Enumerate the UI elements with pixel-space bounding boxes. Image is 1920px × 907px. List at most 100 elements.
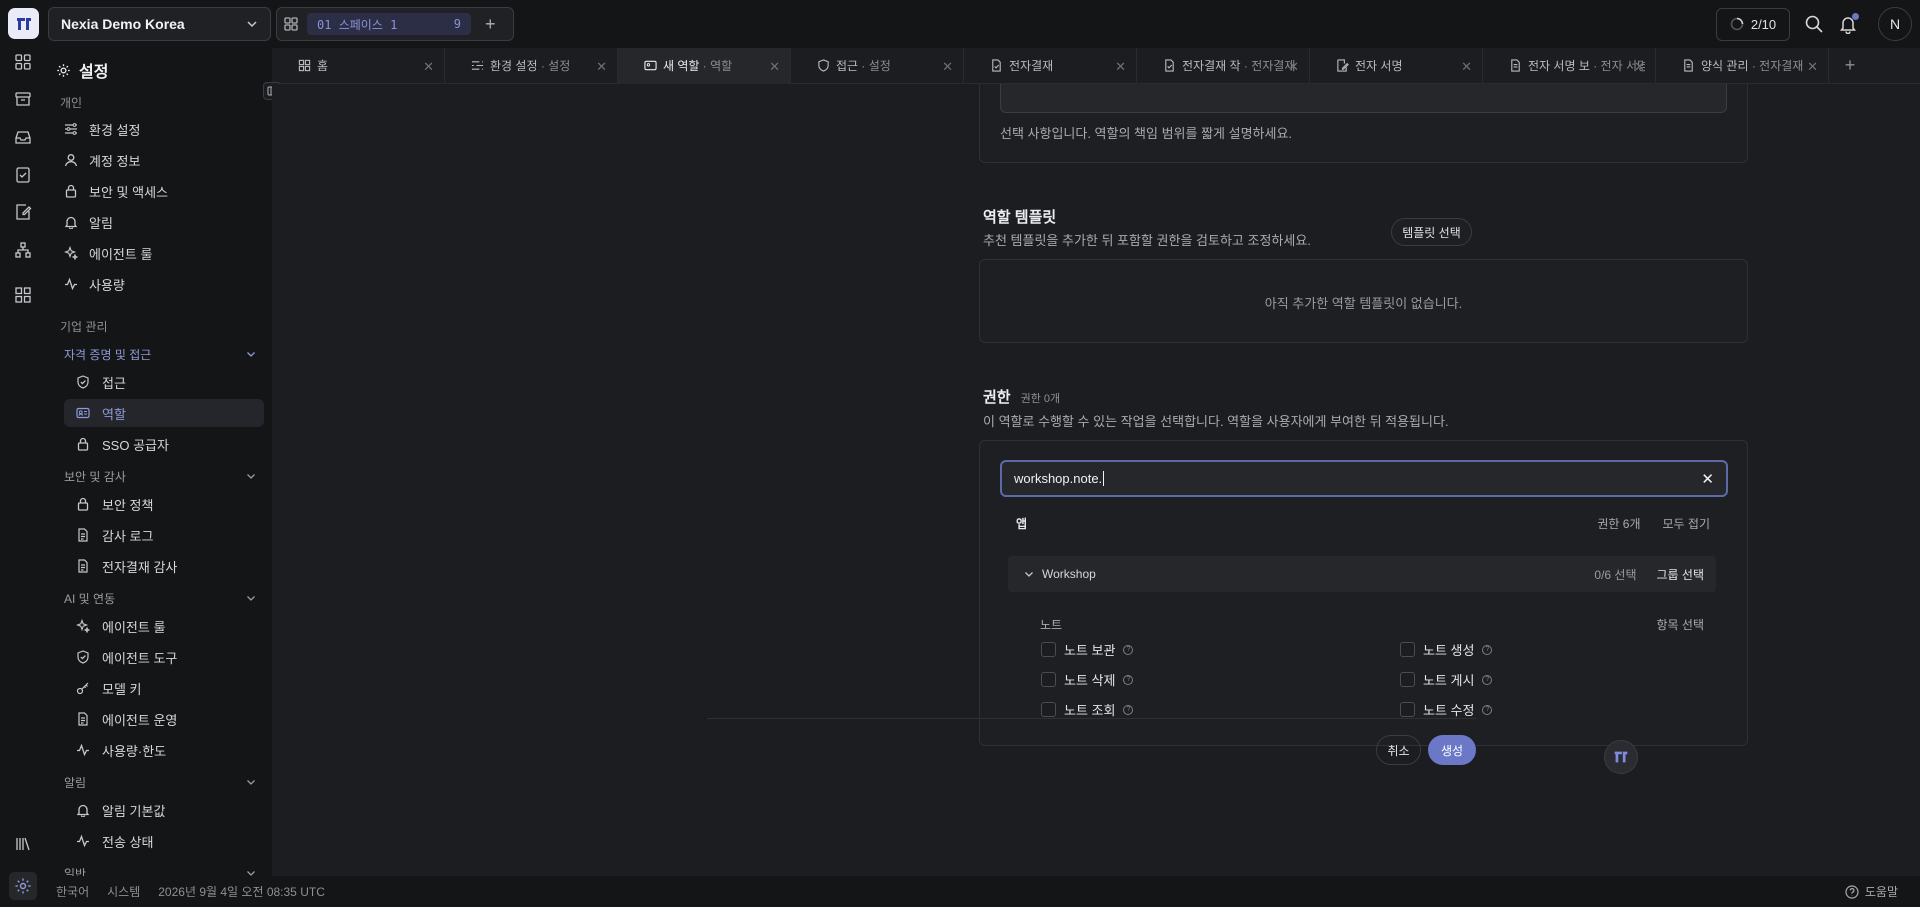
help-icon[interactable]: ? [1482, 704, 1493, 715]
perm-label: 노트 보관 [1064, 643, 1116, 658]
help-icon[interactable]: ? [1123, 674, 1134, 685]
close-icon[interactable]: ✕ [1461, 59, 1472, 75]
close-icon[interactable]: ✕ [1807, 59, 1818, 75]
sidebar-item-roles[interactable]: 역할 [64, 399, 264, 427]
notification-button[interactable] [1838, 13, 1859, 34]
space-chip[interactable]: 01 스페이스 1 9 [307, 13, 471, 35]
group-security-audit[interactable]: 보안 및 감사 [64, 464, 260, 488]
sidebar-item-notification-defaults[interactable]: 알림 기본값 [64, 796, 264, 824]
close-icon[interactable]: ✕ [1634, 59, 1645, 75]
close-icon[interactable]: ✕ [942, 59, 953, 75]
sidebar-item-agent-rules[interactable]: 에이전트 룰 [60, 239, 256, 267]
tab-sublabel: · 설정 [537, 59, 571, 73]
checkbox[interactable] [1041, 672, 1056, 687]
close-icon[interactable]: ✕ [769, 59, 780, 75]
help-icon[interactable]: ? [1123, 644, 1134, 655]
tab-home[interactable]: 홈 ✕ [272, 47, 445, 84]
search-icon[interactable] [1804, 14, 1824, 34]
tab-approval[interactable]: 전자결재 ✕ [964, 47, 1137, 84]
archive-icon[interactable] [12, 88, 34, 110]
select-template-button[interactable]: 템플릿 선택 [1391, 218, 1472, 246]
checkbox[interactable] [1400, 702, 1415, 717]
bell-icon [64, 216, 78, 229]
tab-new-role[interactable]: 새 역할 · 역할 ✕ [618, 47, 791, 84]
cancel-button[interactable]: 취소 [1376, 735, 1421, 765]
perm-note-create[interactable]: 노트 생성? [1400, 640, 1493, 659]
group-credentials[interactable]: 자격 증명 및 접근 [64, 342, 260, 366]
sidebar-item-agent-rules-admin[interactable]: 에이전트 룰 [64, 612, 264, 640]
close-icon[interactable]: ✕ [423, 59, 434, 75]
help-icon[interactable]: ? [1482, 644, 1493, 655]
perm-note-publish[interactable]: 노트 게시? [1400, 670, 1493, 689]
tab-form-management[interactable]: 양식 관리 · 전자결재 ✕ [1656, 47, 1829, 84]
workspace-switcher[interactable]: Nexia Demo Korea [48, 7, 271, 41]
checkbox[interactable] [1400, 672, 1415, 687]
group-general[interactable]: 일반 [64, 861, 260, 876]
close-icon[interactable]: ✕ [596, 59, 607, 75]
sidebar-item-preferences[interactable]: 환경 설정 [60, 115, 256, 143]
library-icon[interactable] [12, 833, 34, 855]
widgets-icon[interactable] [12, 284, 34, 306]
group-workshop[interactable]: Workshop 0/6 선택 그룹 선택 [1008, 556, 1716, 592]
clear-icon[interactable]: ✕ [1701, 470, 1714, 488]
section-select-button[interactable]: 항목 선택 [1657, 616, 1705, 633]
perm-note-archive[interactable]: 노트 보관? [1041, 640, 1134, 659]
sidebar-item-security[interactable]: 보안 및 액세스 [60, 177, 256, 205]
perm-label: 노트 게시 [1423, 673, 1475, 688]
checkbox[interactable] [1041, 642, 1056, 657]
sidebar-item-notifications[interactable]: 알림 [60, 208, 256, 236]
perm-note-view[interactable]: 노트 조회? [1041, 700, 1134, 719]
edit-document-icon[interactable] [12, 201, 34, 223]
space-name: 스페이스 1 [338, 17, 398, 32]
sidebar-item-usage-limits[interactable]: 사용량·한도 [64, 736, 264, 764]
assistant-fab[interactable] [1604, 740, 1638, 774]
sidebar-item-security-policy[interactable]: 보안 정책 [64, 490, 264, 518]
permission-search-input[interactable]: workshop.note. ✕ [1000, 460, 1728, 497]
close-icon[interactable]: ✕ [1115, 59, 1126, 75]
description-textarea[interactable] [1000, 84, 1727, 113]
task-progress[interactable]: 2/10 [1716, 7, 1790, 41]
sidebar-item-audit-log[interactable]: 감사 로그 [64, 521, 264, 549]
checkbox[interactable] [1041, 702, 1056, 717]
group-select-button[interactable]: 그룹 선택 [1657, 566, 1705, 583]
task-check-icon[interactable] [12, 164, 34, 186]
help-icon[interactable]: ? [1482, 674, 1493, 685]
notification-dot [1852, 13, 1859, 20]
tab-esign[interactable]: 전자 서명 ✕ [1310, 47, 1483, 84]
perm-note-edit[interactable]: 노트 수정? [1400, 700, 1493, 719]
perm-note-delete[interactable]: 노트 삭제? [1041, 670, 1134, 689]
org-chart-icon[interactable] [12, 239, 34, 261]
language-selector[interactable]: 한국어 [56, 883, 89, 900]
tab-approval-draft[interactable]: 전자결재 작 · 전자결재 ✕ [1137, 47, 1310, 84]
group-ai[interactable]: AI 및 연동 [64, 586, 260, 610]
theme-selector[interactable]: 시스템 [107, 883, 140, 900]
apps-icon[interactable] [12, 51, 34, 73]
sidebar-item-agent-tools[interactable]: 에이전트 도구 [64, 643, 264, 671]
settings-gear-icon[interactable] [9, 872, 37, 900]
sidebar-item-account[interactable]: 계정 정보 [60, 146, 256, 174]
user-avatar[interactable]: N [1878, 7, 1912, 41]
help-icon[interactable]: ? [1123, 704, 1134, 715]
create-button[interactable]: 생성 [1428, 735, 1476, 765]
new-tab-button[interactable]: + [1835, 55, 1865, 76]
help-button[interactable]: 도움말 [1845, 883, 1898, 900]
sidebar-item-approval-audit[interactable]: 전자결재 감사 [64, 552, 264, 580]
inbox-icon[interactable] [12, 126, 34, 148]
sidebar-item-delivery-status[interactable]: 전송 상태 [64, 827, 264, 855]
group-label: 일반 [64, 866, 87, 877]
sidebar-item-usage[interactable]: 사용량 [60, 270, 256, 298]
sidebar-item-access[interactable]: 접근 [64, 368, 264, 396]
close-icon[interactable]: ✕ [1288, 59, 1299, 75]
sidebar-item-agent-ops[interactable]: 에이전트 운영 [64, 705, 264, 733]
group-notifications[interactable]: 알림 [64, 770, 260, 794]
add-space-button[interactable]: + [485, 14, 496, 35]
collapse-all-button[interactable]: 모두 접기 [1663, 515, 1711, 532]
tab-esign-view[interactable]: 전자 서명 보 · 전자 서명 ✕ [1483, 47, 1656, 84]
sidebar-item-sso[interactable]: SSO 공급자 [64, 430, 264, 458]
tab-preferences[interactable]: 환경 설정 · 설정 ✕ [445, 47, 618, 84]
sidebar-item-model-keys[interactable]: 모델 키 [64, 674, 264, 702]
tab-access[interactable]: 접근 · 설정 ✕ [791, 47, 964, 84]
space-switcher[interactable]: 01 스페이스 1 9 + [276, 7, 514, 41]
checkbox[interactable] [1400, 642, 1415, 657]
app-logo[interactable] [8, 8, 39, 39]
